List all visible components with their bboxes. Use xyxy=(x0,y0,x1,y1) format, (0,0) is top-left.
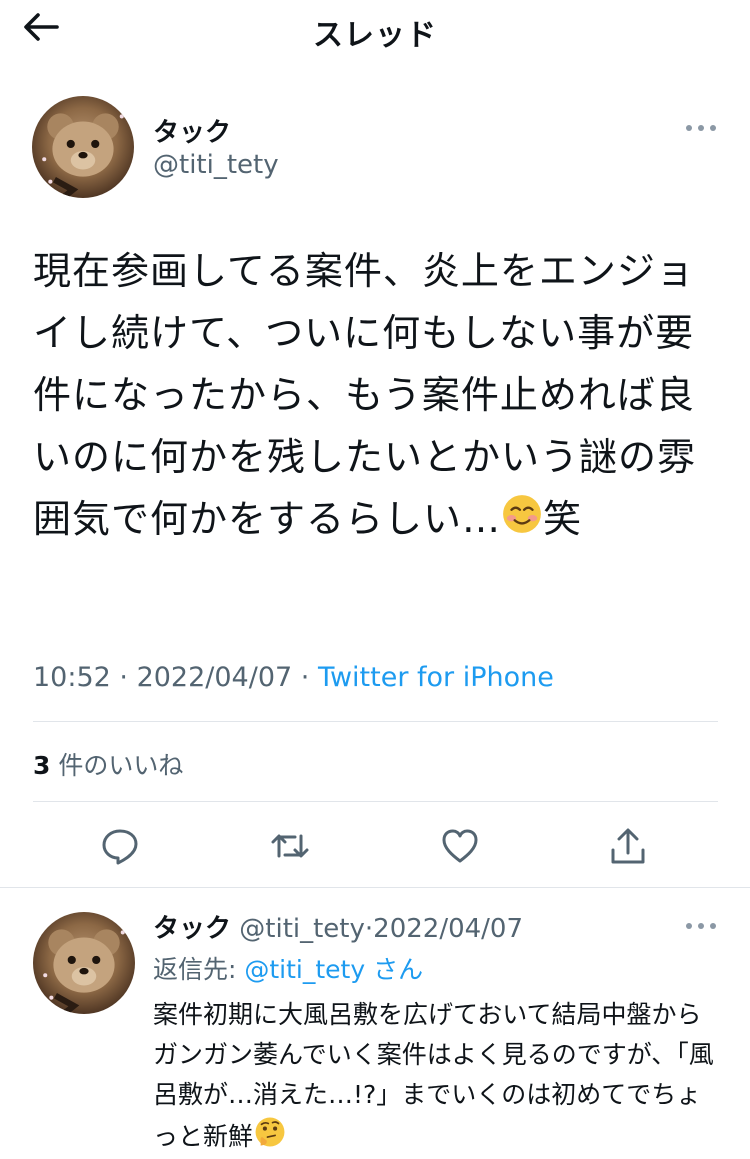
teddy-bear-avatar-icon xyxy=(42,113,124,198)
smiling-face-icon xyxy=(501,491,543,553)
tweet-source-link[interactable]: Twitter for iPhone xyxy=(318,662,554,693)
reply-avatar[interactable] xyxy=(33,912,135,1014)
tweet-date: 2022/04/07 xyxy=(136,662,293,693)
divider xyxy=(33,721,718,722)
replying-to: 返信先: @titi_tety さん xyxy=(153,950,423,986)
page-title: スレッド xyxy=(313,18,437,53)
tweet-meta: 10:52 · 2022/04/07 · Twitter for iPhone xyxy=(33,662,554,693)
teddy-bear-avatar-icon xyxy=(43,929,125,1014)
more-options-button[interactable] xyxy=(682,116,720,140)
reply-button[interactable] xyxy=(98,824,142,868)
reply-more-options-button[interactable] xyxy=(682,914,720,938)
tweet-text: 現在参画してる案件、炎上をエンジョイし続けて、ついに何もしない事が要件になったか… xyxy=(33,240,723,553)
avatar[interactable] xyxy=(32,96,134,198)
more-dots-icon xyxy=(686,125,716,131)
reply-to-mention-link[interactable]: @titi_tety xyxy=(244,955,365,984)
reply-icon xyxy=(102,829,138,865)
reply-author-name[interactable]: タック xyxy=(153,914,231,944)
heart-icon xyxy=(442,829,478,863)
reply-text: 案件初期に大風呂敷を広げておいて結局中盤からガンガン萎んでいく案件はよく見るので… xyxy=(153,995,723,1159)
divider xyxy=(0,887,750,888)
tweet-text-tail: 笑 xyxy=(543,497,583,541)
share-button[interactable] xyxy=(606,824,650,868)
thinking-face-icon xyxy=(253,1115,287,1159)
reply-header: タック @titi_tety·2022/04/07 xyxy=(153,908,523,945)
reply-author-handle[interactable]: @titi_tety xyxy=(239,914,365,944)
tweet-time: 10:52 xyxy=(33,662,111,693)
share-icon xyxy=(611,828,645,864)
reply-date[interactable]: 2022/04/07 xyxy=(373,914,523,944)
tweet-text-body: 現在参画してる案件、炎上をエンジョイし続けて、ついに何もしない事が要件になったか… xyxy=(33,249,697,541)
top-bar: スレッド xyxy=(0,0,750,58)
reply-text-body: 案件初期に大風呂敷を広げておいて結局中盤からガンガン萎んでいく案件はよく見るので… xyxy=(153,1000,714,1151)
reply-to-suffix: さん xyxy=(373,955,424,984)
retweet-button[interactable] xyxy=(268,824,312,868)
divider xyxy=(33,801,718,802)
likes-count[interactable]: 3 件のいいね xyxy=(33,746,183,782)
reply-date-separator: · xyxy=(364,914,374,944)
author-handle[interactable]: @titi_tety xyxy=(153,150,279,180)
like-button[interactable] xyxy=(438,824,482,868)
retweet-icon xyxy=(271,834,309,858)
reply-to-label: 返信先: xyxy=(153,955,245,984)
author-name[interactable]: タック xyxy=(153,112,231,149)
like-count-label: 件のいいね xyxy=(58,751,184,780)
like-count-number: 3 xyxy=(33,751,51,780)
more-dots-icon xyxy=(686,923,716,929)
